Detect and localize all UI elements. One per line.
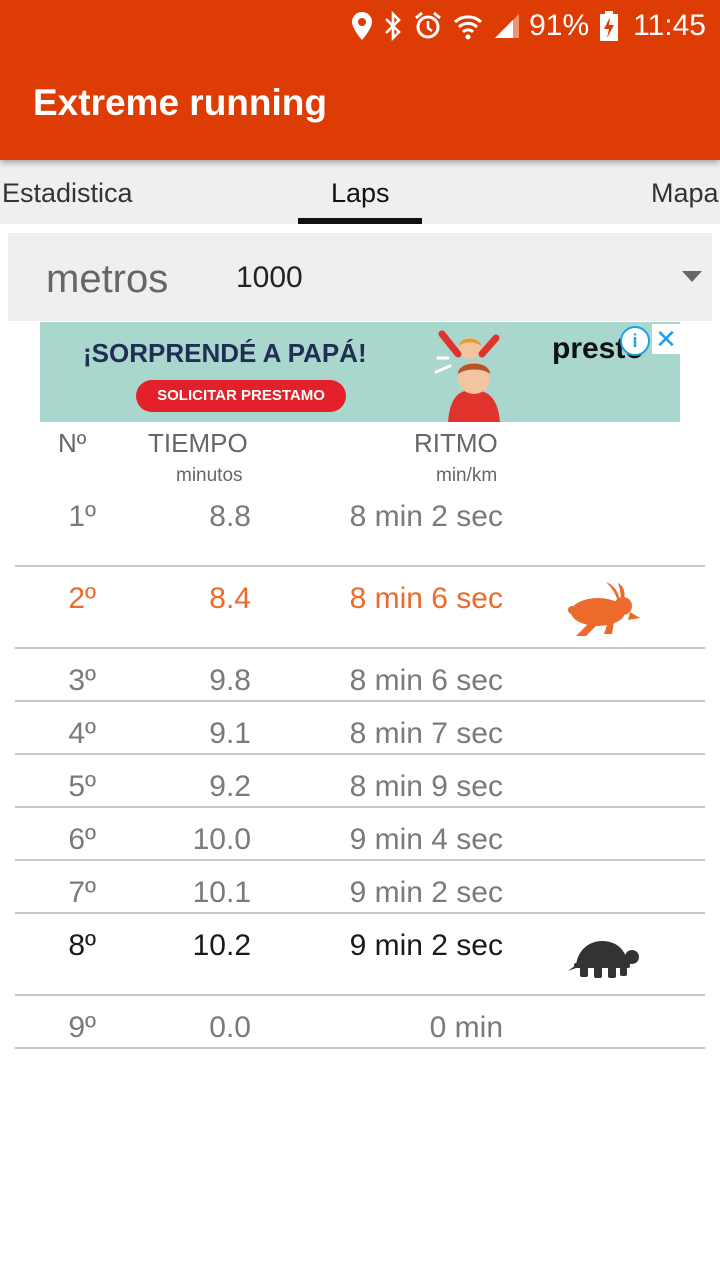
ad-close-icon[interactable]: ✕ [652, 324, 680, 354]
lap-pace: 8 min 6 sec [349, 582, 503, 615]
distance-label: metros [46, 257, 169, 301]
lap-time: 8.8 [209, 500, 251, 533]
lap-number: 4º [68, 717, 96, 750]
lap-time: 10.2 [192, 929, 251, 962]
turtle-icon [568, 941, 639, 978]
header-pace: RITMO [414, 428, 498, 458]
rabbit-icon [568, 582, 640, 636]
row-divider [15, 753, 705, 755]
app-bar: 91% 11:45 Extreme running [0, 0, 720, 160]
lap-time: 9.1 [209, 717, 251, 750]
bluetooth-icon [383, 11, 403, 41]
lap-pace: 9 min 2 sec [349, 929, 503, 962]
row-divider [15, 700, 705, 702]
lap-pace: 8 min 6 sec [349, 664, 503, 697]
ad-illustration [434, 330, 500, 422]
lap-time: 10.1 [192, 876, 251, 909]
lap-time: 10.0 [192, 823, 251, 856]
status-bar: 91% 11:45 [341, 6, 706, 46]
ad-cta-button[interactable]: SOLICITAR PRESTAMO [136, 380, 346, 412]
wifi-icon [453, 11, 483, 41]
lap-pace: 0 min [429, 1011, 503, 1044]
ad-headline: ¡SORPRENDÉ A PAPÁ! [83, 338, 367, 368]
battery-percent: 91% [529, 9, 590, 42]
lap-time: 9.8 [209, 664, 251, 697]
lap-number: 3º [68, 664, 96, 697]
lap-pace: 8 min 2 sec [349, 500, 503, 533]
tab-bar: Estadistica Laps Mapa [0, 160, 720, 224]
lap-pace: 8 min 9 sec [349, 770, 503, 803]
dropdown-arrow-icon[interactable] [682, 271, 702, 282]
header-time: TIEMPO [148, 428, 248, 458]
distance-selector[interactable]: metros 1000 [8, 233, 712, 321]
lap-pace: 9 min 4 sec [349, 823, 503, 856]
tab-mapa[interactable]: Mapa [651, 178, 719, 209]
lap-number: 5º [68, 770, 96, 803]
battery-charging-icon [599, 10, 619, 42]
lap-time: 0.0 [209, 1011, 251, 1044]
header-num: Nº [58, 428, 87, 458]
row-divider [15, 806, 705, 808]
row-divider [15, 912, 705, 914]
alarm-icon [413, 11, 443, 41]
clock: 11:45 [633, 9, 706, 42]
lap-pace: 9 min 2 sec [349, 876, 503, 909]
lap-time: 8.4 [209, 582, 251, 615]
lap-number: 2º [68, 582, 96, 615]
distance-value[interactable]: 1000 [236, 261, 303, 295]
lap-number: 9º [68, 1011, 96, 1044]
row-divider [15, 647, 705, 649]
location-icon [351, 11, 373, 41]
lap-time: 9.2 [209, 770, 251, 803]
lap-number: 7º [68, 876, 96, 909]
lap-pace: 8 min 7 sec [349, 717, 503, 750]
tab-estadistica[interactable]: Estadistica [2, 178, 133, 209]
header-time-unit: minutos [176, 465, 243, 486]
lap-number: 8º [68, 929, 96, 962]
row-divider [15, 565, 705, 567]
row-divider [15, 994, 705, 996]
ad-banner[interactable]: ¡SORPRENDÉ A PAPÁ! SOLICITAR PRESTAMO pr… [40, 322, 680, 422]
tab-laps[interactable]: Laps [331, 178, 390, 209]
ad-info-icon[interactable]: i [620, 326, 650, 356]
app-title: Extreme running [33, 82, 327, 123]
lap-number: 1º [68, 500, 96, 533]
active-tab-indicator [298, 218, 422, 224]
signal-icon [493, 12, 521, 40]
row-divider [15, 1047, 705, 1049]
header-pace-unit: min/km [436, 465, 498, 486]
lap-number: 6º [68, 823, 96, 856]
row-divider [15, 859, 705, 861]
